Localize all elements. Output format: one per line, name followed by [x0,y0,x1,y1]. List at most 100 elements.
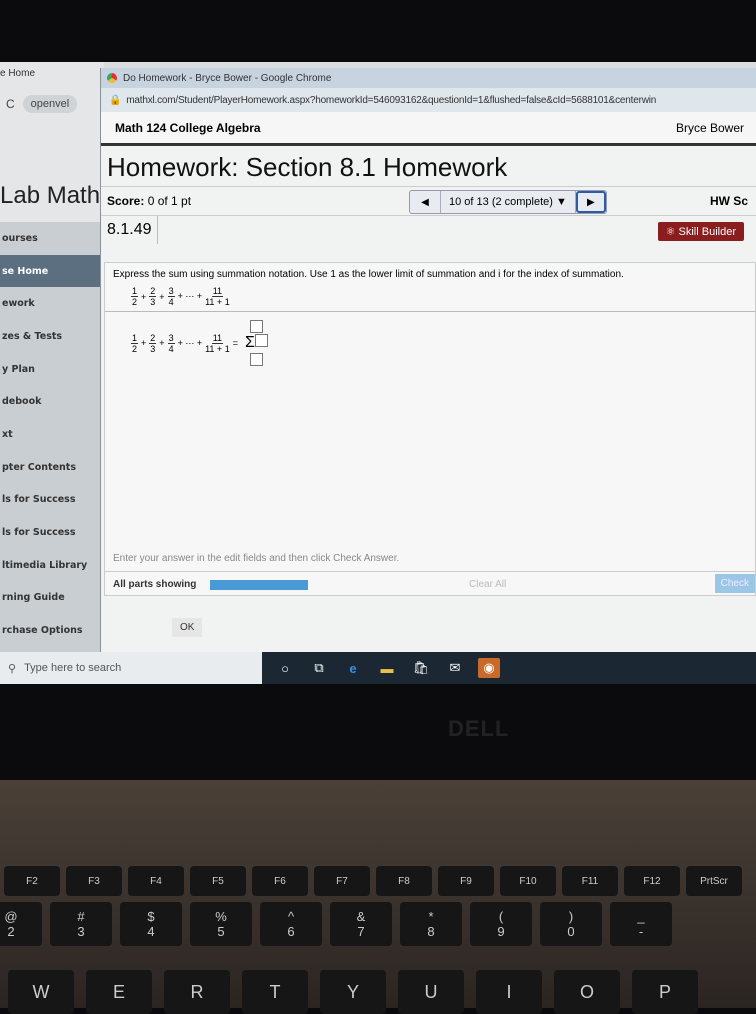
background-address-bar[interactable]: Copenvel [0,92,104,116]
key-shift-label: ( [498,909,504,924]
fraction: 12 [131,286,139,307]
background-sidebar-item[interactable]: debook [0,385,104,418]
denominator: 11 + 1 [205,343,230,354]
background-sidebar-item[interactable]: zes & Tests [0,320,104,353]
store-icon[interactable]: 🛍 [410,658,432,678]
number-key[interactable]: _ - [610,902,672,946]
function-key[interactable]: F11 [562,866,618,896]
skill-icon: ⚛ [665,226,676,238]
previous-question-button[interactable]: ◀ [410,191,440,213]
reload-icon[interactable]: C [6,97,15,111]
letter-key[interactable]: E [86,970,152,1014]
letter-key[interactable]: O [554,970,620,1014]
function-key[interactable]: F10 [500,866,556,896]
background-sidebar-item[interactable]: rchase Options [0,614,104,647]
score-value: 0 of 1 pt [147,194,192,208]
key-shift-label: ^ [287,909,295,924]
function-key[interactable]: PrtScr [686,866,742,896]
taskbar-search[interactable]: ⚲ Type here to search [0,652,262,684]
equals-sign: = [232,338,238,348]
background-sidebar-item[interactable]: y Plan [0,353,104,386]
function-key[interactable]: F12 [624,866,680,896]
key-shift-label: @ [4,909,18,924]
ok-button[interactable]: OK [172,618,203,637]
numerator: 1 [131,286,139,297]
dell-logo: DELL [448,716,510,741]
next-question-button[interactable]: ▶ [575,191,606,213]
cortana-icon[interactable]: ○ [274,658,296,678]
background-sidebar-item[interactable]: ls for Success [0,516,104,549]
key-shift-label: * [428,909,434,924]
page-title: Homework: Section 8.1 Homework [107,152,508,182]
background-sidebar-item[interactable]: ltimedia Library [0,549,104,582]
taskbar: ⚲ Type here to search ○ ⧉ e ▬ 🛍 ✉ ◉ [0,652,756,684]
number-key[interactable]: ^ 6 [260,902,322,946]
background-url[interactable]: openvel [22,95,78,113]
sigma-symbol: Σ [244,334,255,351]
address-bar[interactable]: 🔒 mathxl.com/Student/PlayerHomework.aspx?… [101,88,756,112]
clear-all-button[interactable]: Clear All [469,579,506,590]
letter-key[interactable]: T [242,970,308,1014]
function-key[interactable]: F9 [438,866,494,896]
key-shift-label: ) [568,909,574,924]
sigma-row: Σ [245,334,268,352]
fraction: 23 [149,333,157,354]
function-key[interactable]: F4 [128,866,184,896]
upper-limit-input[interactable] [249,320,263,333]
function-key[interactable]: F7 [314,866,370,896]
function-key[interactable]: F8 [376,866,432,896]
given-sum: 1 2 +2 3 +3 4 + ⋯ +11 11 + 1 [105,286,755,307]
denominator: 3 [150,297,156,307]
background-sidebar-item[interactable]: ls for Success [0,484,104,517]
background-sidebar-item[interactable]: se Home [0,254,104,288]
number-key[interactable]: @2 [0,902,42,946]
function-key[interactable]: F5 [190,866,246,896]
number-key[interactable]: % 5 [190,902,252,946]
background-sidebar-item[interactable]: ourses [0,222,104,255]
function-key[interactable]: F3 [66,866,122,896]
key-label: - [638,924,644,939]
background-sidebar-item[interactable]: ework [0,287,104,320]
background-sidebar-item[interactable]: rning Guide [0,582,104,615]
background-sidebar-item[interactable]: xt [0,418,104,451]
number-key[interactable]: ) 0 [540,902,602,946]
question-number: 8.1.49 [101,216,159,244]
lower-limit-input[interactable] [249,353,263,366]
url[interactable]: mathxl.com/Student/PlayerHomework.aspx?h… [126,95,656,106]
parts-label: All parts showing [113,579,197,590]
letter-key[interactable]: U [398,970,464,1014]
fraction: 34 [167,332,175,354]
divider [105,311,755,312]
letter-key[interactable]: P [632,970,698,1014]
number-key[interactable]: * 8 [400,902,462,946]
number-key[interactable]: #3 [50,902,112,946]
summand-input[interactable] [254,334,268,347]
search-placeholder: Type here to search [24,662,122,674]
fraction: 34 [167,286,175,307]
function-key[interactable]: F6 [252,866,308,896]
number-key[interactable]: (9 [470,902,532,946]
file-explorer-icon[interactable]: ▬ [376,658,398,678]
window-title: Do Homework - Bryce Bower - Google Chrom… [123,72,332,84]
number-key[interactable]: & 7 [330,902,392,946]
screen: e Home Copenvel Lab Math ourses se Home ew… [0,62,756,684]
numerator: 3 [167,332,175,344]
letter-key[interactable]: I [476,970,542,1014]
question-select[interactable]: 10 of 13 (2 complete) ▼ [440,191,576,213]
number-key[interactable]: $4 [120,902,182,946]
function-key[interactable]: F2 [4,866,60,896]
skill-builder-button[interactable]: ⚛ Skill Builder [657,222,744,241]
task-view-icon[interactable]: ⧉ [308,658,330,678]
hw-score: HW Sc [709,194,748,208]
letter-key[interactable]: Y [320,970,386,1014]
background-tab[interactable]: e Home [0,68,35,79]
letter-key[interactable]: W [8,970,74,1014]
letter-key[interactable]: R [164,970,230,1014]
mail-icon[interactable]: ✉ [444,658,466,678]
user-name[interactable]: Bryce Bower [676,121,744,135]
background-sidebar-item[interactable]: pter Contents [0,451,104,484]
function-key-row: F2 F3 F4 F5 F6 F7 F8 F9 F10 F11 F12 PrtScr [4,866,742,896]
edge-icon[interactable]: e [342,658,364,678]
chrome-taskbar-icon[interactable]: ◉ [478,658,500,678]
check-answer-button[interactable]: Check [714,574,755,593]
